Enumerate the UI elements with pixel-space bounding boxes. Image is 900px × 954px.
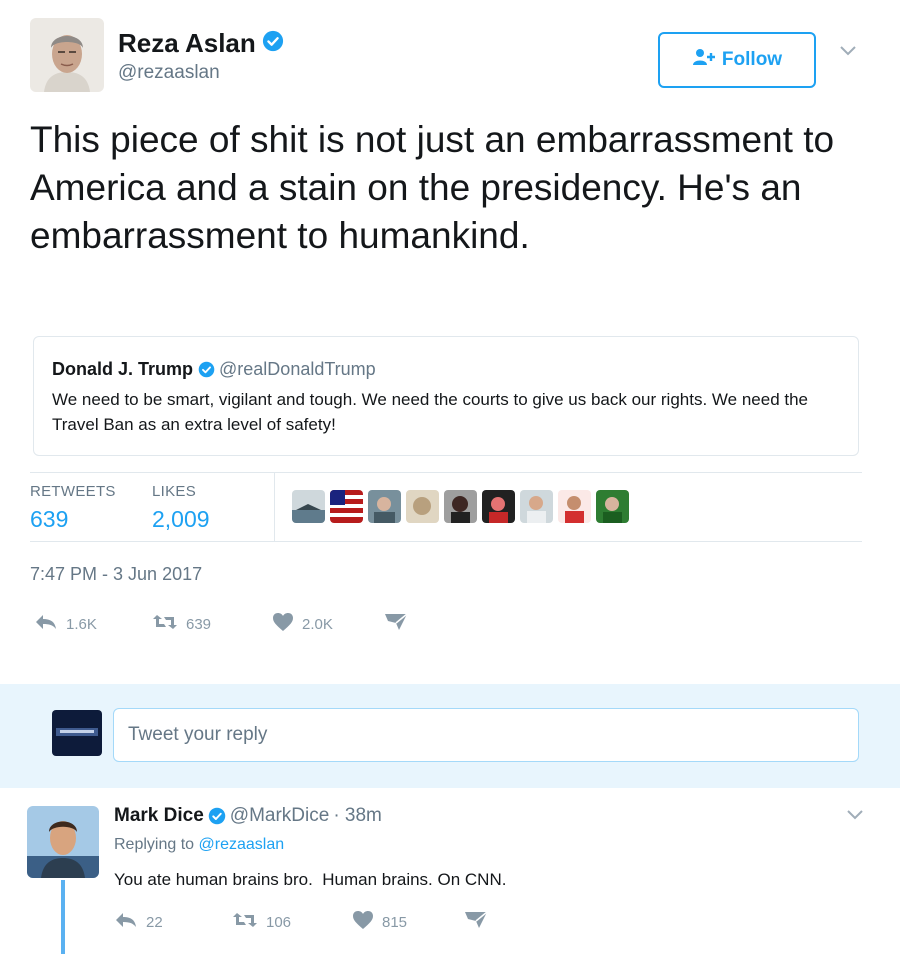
reply-text: You ate human brains bro. Human brains. … (114, 870, 507, 889)
reply-input[interactable]: Tweet your reply (113, 708, 859, 762)
heart-icon (352, 910, 374, 934)
tweet-text: This piece of shit is not just an embarr… (30, 119, 835, 256)
follow-button-label: Follow (721, 49, 783, 70)
liker-avatar[interactable] (482, 490, 515, 523)
liker-avatar[interactable] (520, 490, 553, 523)
reply-compose-area: Tweet your reply (0, 684, 900, 788)
reply-count: 22 (146, 913, 163, 931)
like-count: 815 (382, 913, 408, 931)
author-handle[interactable]: @rezaaslan (118, 62, 220, 84)
direct-message-button[interactable] (464, 911, 488, 933)
reply-header: Mark Dice @MarkDice · 38m (114, 805, 382, 827)
follow-user-icon (692, 47, 716, 73)
retweets-label: RETWEETS (30, 483, 116, 500)
like-button[interactable]: 2.0K (272, 612, 384, 636)
replying-to: Replying to @rezaaslan (114, 836, 284, 854)
envelope-icon (384, 613, 408, 635)
verified-badge-icon (198, 361, 215, 378)
author-name[interactable]: Reza Aslan (118, 28, 284, 59)
quoted-author-handle: @realDonaldTrump (219, 359, 376, 379)
replying-to-link[interactable]: @rezaaslan (199, 836, 285, 853)
reply-time[interactable]: · 38m (333, 805, 382, 827)
replying-to-prefix: Replying to (114, 836, 195, 853)
likes-count: 2,009 (152, 506, 210, 532)
tweet-header: Reza Aslan @rezaaslan Follow (0, 0, 900, 110)
heart-icon (272, 612, 294, 636)
reply-actions: 22 106 815 (114, 910, 488, 934)
like-count: 2.0K (302, 615, 333, 633)
quoted-author-name: Donald J. Trump (52, 359, 194, 379)
chevron-down-icon[interactable] (846, 808, 864, 826)
reply-count: 1.6K (66, 615, 97, 633)
stats-divider (274, 473, 275, 541)
thread-line (61, 880, 65, 954)
reply-icon (34, 613, 58, 635)
retweet-icon (232, 911, 258, 933)
direct-message-button[interactable] (384, 613, 408, 635)
quoted-tweet-text: We need to be smart, vigilant and tough.… (52, 390, 809, 434)
retweet-count: 639 (186, 615, 212, 633)
reply-button[interactable]: 22 (114, 911, 232, 933)
follow-button[interactable]: Follow (658, 32, 816, 88)
like-button[interactable]: 815 (352, 910, 464, 934)
retweet-icon (152, 613, 178, 635)
reply-button[interactable]: 1.6K (34, 613, 152, 635)
reply-input-placeholder: Tweet your reply (128, 724, 268, 745)
liker-avatar[interactable] (596, 490, 629, 523)
tweet-timestamp[interactable]: 7:47 PM - 3 Jun 2017 (30, 564, 202, 585)
liker-avatars (292, 490, 629, 523)
avatar[interactable] (30, 18, 104, 92)
retweet-button[interactable]: 639 (152, 613, 272, 635)
retweets-stat[interactable]: RETWEETS 639 (30, 483, 116, 533)
reply-tweet[interactable]: Mark Dice @MarkDice · 38m Replying to @r… (0, 788, 900, 954)
liker-avatar[interactable] (330, 490, 363, 523)
verified-badge-icon (208, 807, 226, 825)
tweet-actions: 1.6K 639 2.0K (34, 612, 408, 636)
verified-badge-icon (262, 28, 284, 59)
avatar[interactable] (52, 710, 102, 756)
retweet-count: 106 (266, 913, 292, 931)
liker-avatar[interactable] (444, 490, 477, 523)
reply-author-name[interactable]: Mark Dice (114, 805, 204, 827)
quoted-tweet-header: Donald J. Trump @realDonaldTrump (52, 359, 376, 380)
liker-avatar[interactable] (558, 490, 591, 523)
likes-stat[interactable]: LIKES 2,009 (152, 483, 210, 533)
envelope-icon (464, 911, 488, 933)
chevron-down-icon[interactable] (838, 44, 858, 63)
tweet-stats: RETWEETS 639 LIKES 2,009 (30, 472, 862, 542)
liker-avatar[interactable] (292, 490, 325, 523)
likes-label: LIKES (152, 483, 197, 500)
reply-icon (114, 911, 138, 933)
liker-avatar[interactable] (368, 490, 401, 523)
liker-avatar[interactable] (406, 490, 439, 523)
avatar[interactable] (27, 806, 99, 878)
author-name-text[interactable]: Reza Aslan (118, 28, 256, 59)
quoted-tweet[interactable]: Donald J. Trump @realDonaldTrump We need… (33, 336, 859, 456)
retweet-button[interactable]: 106 (232, 911, 352, 933)
retweets-count: 639 (30, 506, 69, 532)
reply-author-handle[interactable]: @MarkDice (230, 805, 330, 827)
